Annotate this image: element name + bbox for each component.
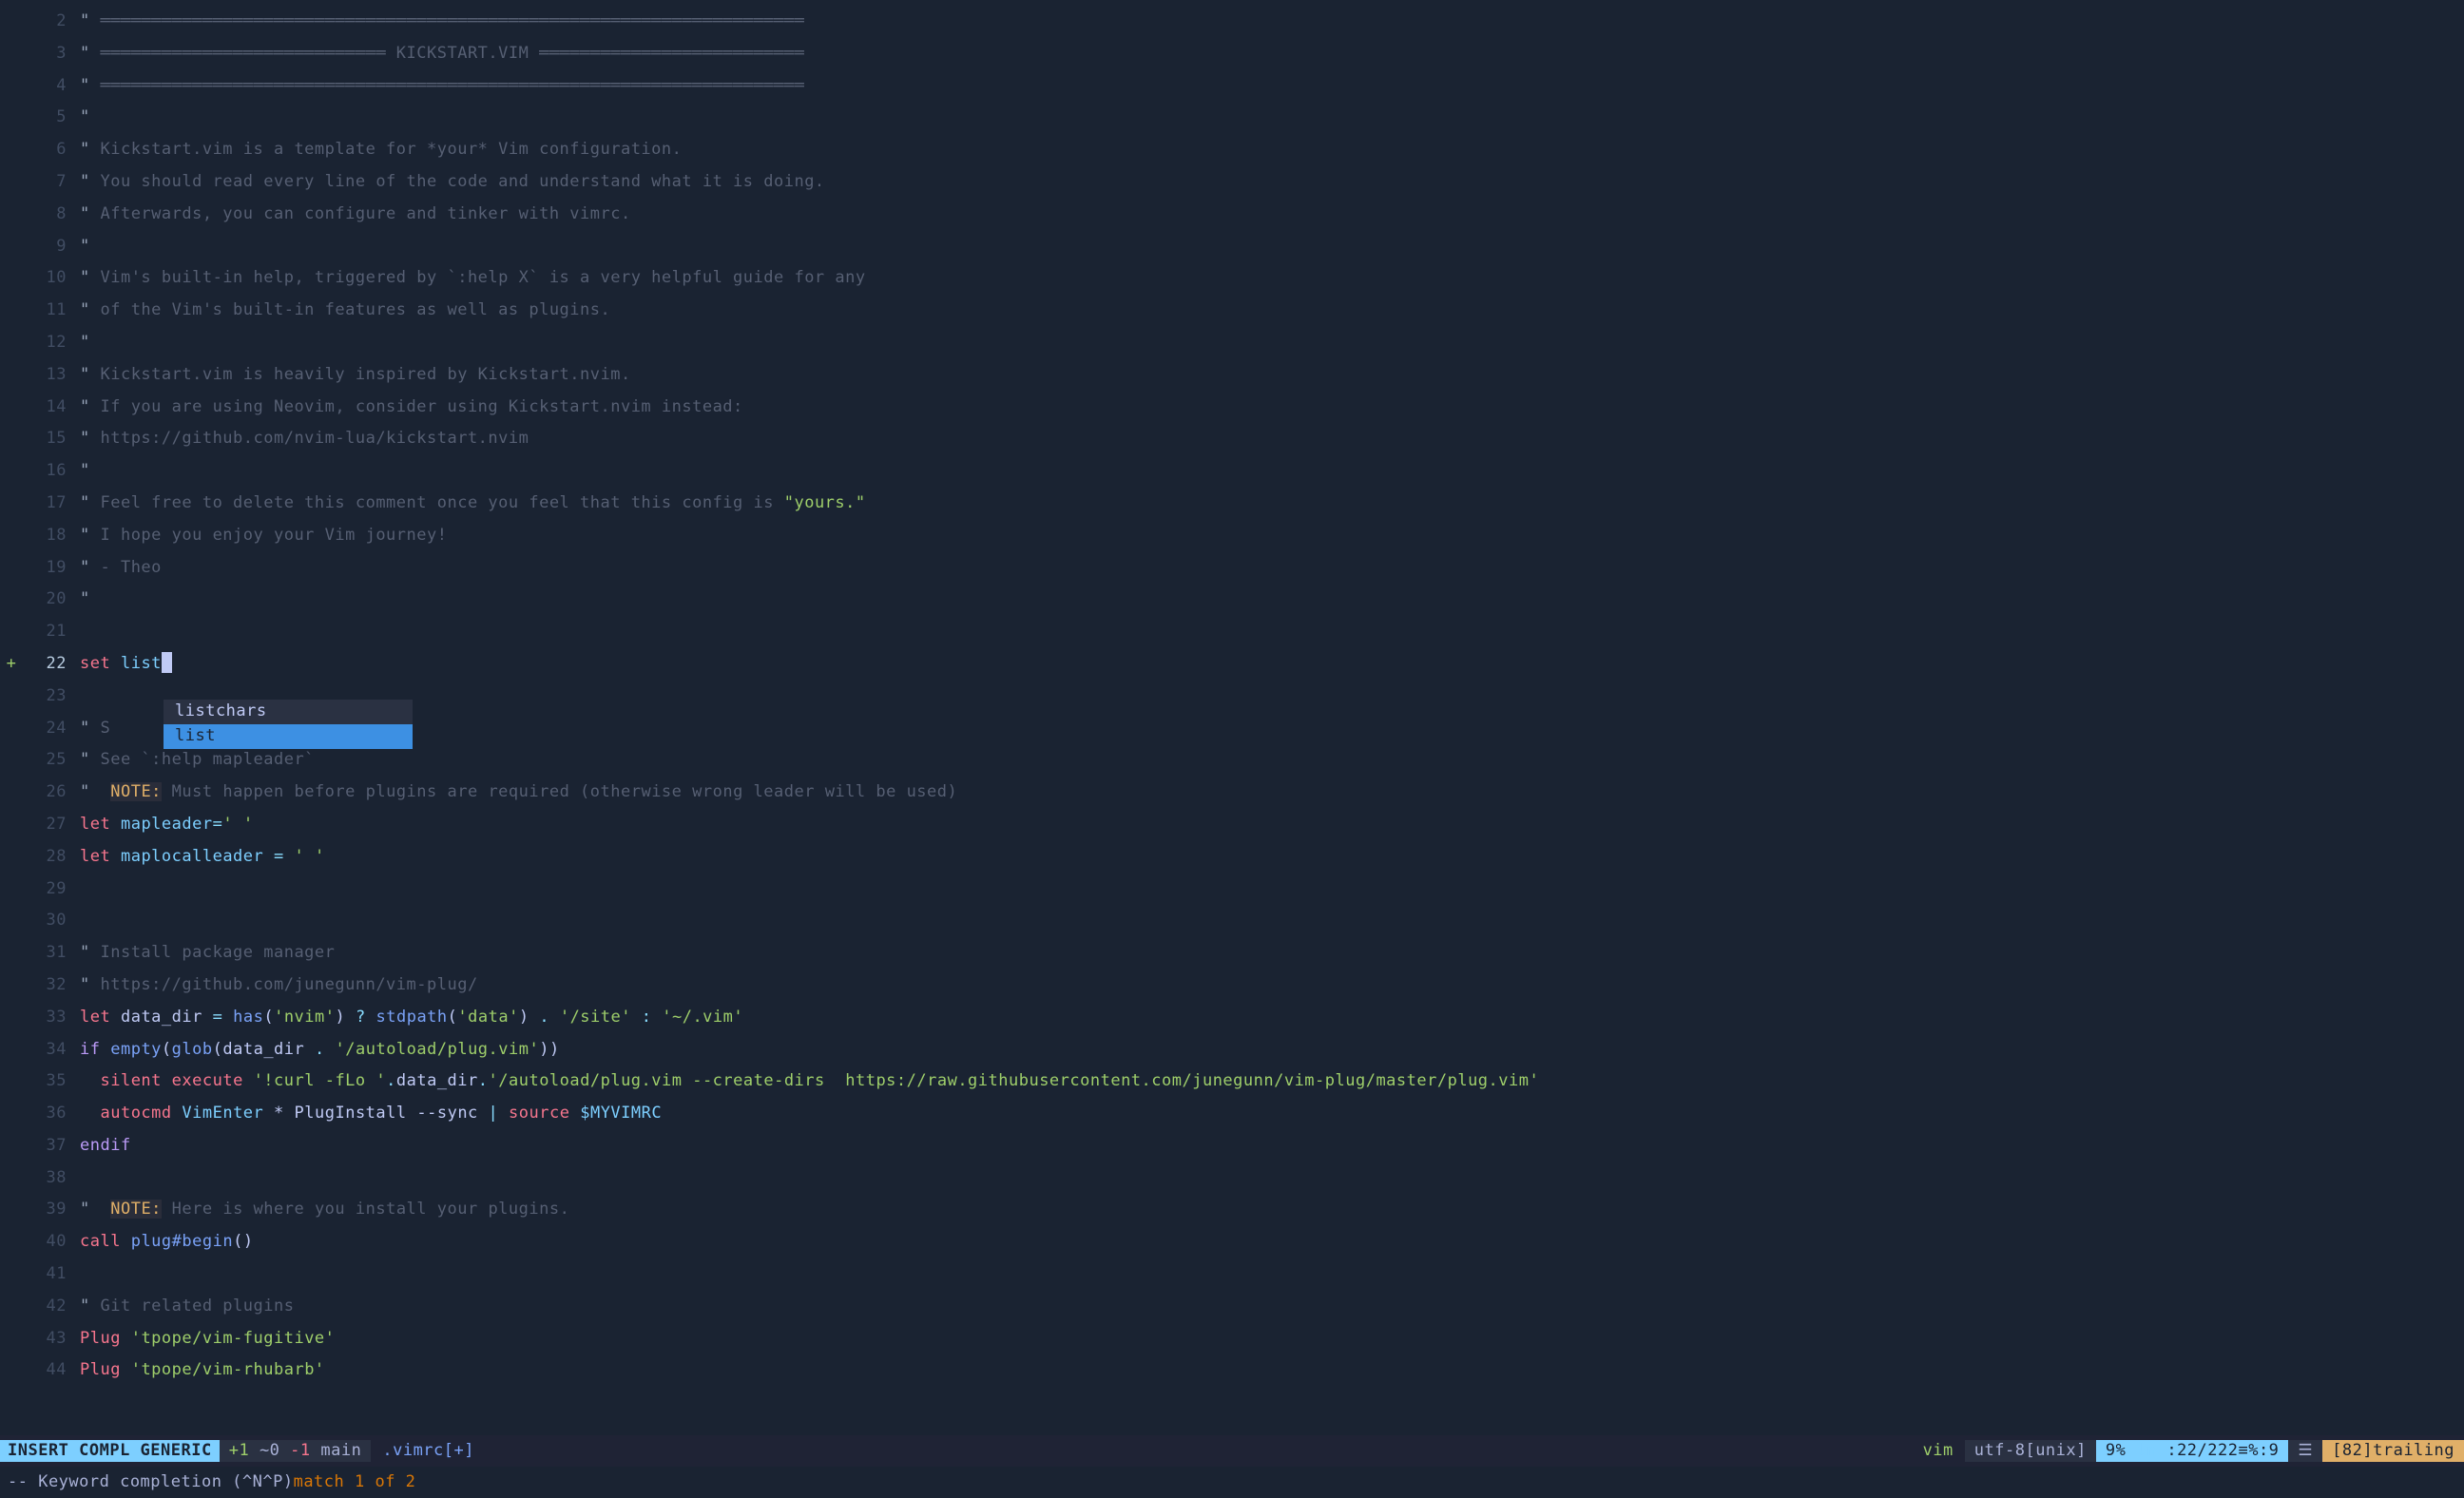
- line-number: 37: [23, 1135, 80, 1158]
- line-number: 6: [23, 139, 80, 162]
- line-number: 14: [23, 396, 80, 419]
- line-number: 33: [23, 1007, 80, 1029]
- command-line[interactable]: -- Keyword completion (^N^P) match 1 of …: [0, 1467, 2464, 1498]
- line-number: 28: [23, 846, 80, 869]
- note-label: NOTE:: [110, 1200, 162, 1219]
- line-number: 26: [23, 781, 80, 804]
- line-number: 36: [23, 1103, 80, 1125]
- line-number: 12: [23, 332, 80, 355]
- line-number: 15: [23, 428, 80, 451]
- bars-icon: ☰: [2288, 1440, 2322, 1463]
- line-number: 13: [23, 364, 80, 387]
- line-number: 30: [23, 910, 80, 932]
- git-add-sign: +: [0, 653, 23, 676]
- completion-popup[interactable]: listchars list: [164, 700, 413, 749]
- filetype: vim: [1912, 1440, 1965, 1463]
- line-number: 29: [23, 878, 80, 901]
- cursor: [162, 652, 172, 673]
- line-number: 16: [23, 460, 80, 483]
- line-number: 7: [23, 171, 80, 194]
- line-number: 31: [23, 942, 80, 965]
- line-number: 4: [23, 75, 80, 98]
- line-number: 41: [23, 1263, 80, 1286]
- trailing-whitespace-warning: [82]trailing: [2322, 1440, 2464, 1463]
- line-number: 11: [23, 299, 80, 322]
- line-number: 43: [23, 1328, 80, 1351]
- line-number: 10: [23, 267, 80, 290]
- git-hunks: +1 ~0 -1 main: [220, 1440, 372, 1463]
- line-number: 42: [23, 1296, 80, 1318]
- mode-indicator: INSERT COMPL GENERIC: [0, 1440, 220, 1463]
- encoding: utf-8[unix]: [1965, 1440, 2096, 1463]
- statusline: INSERT COMPL GENERIC +1 ~0 -1 main .vimr…: [0, 1435, 2464, 1467]
- line-number: 9: [23, 236, 80, 259]
- line-number: 38: [23, 1167, 80, 1190]
- line-number: 34: [23, 1039, 80, 1062]
- line-number: 24: [23, 718, 80, 740]
- line-number: 19: [23, 557, 80, 580]
- filename: .vimrc[+]: [371, 1440, 486, 1463]
- line-number: 27: [23, 814, 80, 836]
- line-number: 2: [23, 10, 80, 33]
- line-number: 23: [23, 685, 80, 708]
- line-number: 8: [23, 203, 80, 226]
- line-number: 3: [23, 43, 80, 66]
- line-number: 5: [23, 106, 80, 129]
- line-number: 35: [23, 1070, 80, 1093]
- line-number: 18: [23, 525, 80, 547]
- line-number: 17: [23, 492, 80, 515]
- line-number: 40: [23, 1231, 80, 1254]
- completion-item-selected[interactable]: list: [164, 724, 413, 749]
- vim-editor: 2" ═════════════════════════════════════…: [0, 0, 2464, 1498]
- line-number: 20: [23, 588, 80, 611]
- line-number: 32: [23, 974, 80, 997]
- completion-message: -- Keyword completion (^N^P): [8, 1471, 294, 1494]
- note-label: NOTE:: [110, 782, 162, 801]
- line-number: 44: [23, 1359, 80, 1382]
- completion-item[interactable]: listchars: [164, 700, 413, 724]
- current-line-number: 22: [23, 653, 80, 676]
- line-number: 25: [23, 749, 80, 772]
- position-indicator: 9% ln :22/222≡%:9: [2096, 1440, 2289, 1463]
- line-number: 39: [23, 1199, 80, 1221]
- line-number: 21: [23, 621, 80, 643]
- match-count: match 1 of 2: [294, 1471, 416, 1494]
